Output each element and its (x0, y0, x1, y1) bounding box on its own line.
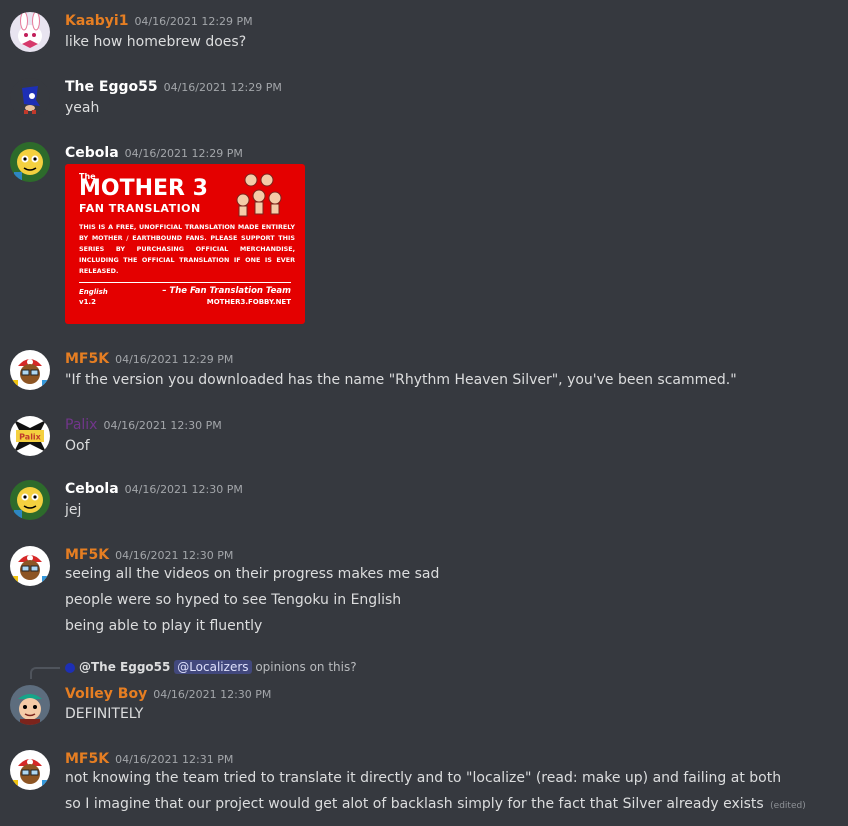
avatar[interactable] (10, 350, 50, 390)
timestamp: 04/16/2021 12:29 PM (134, 15, 253, 28)
image-attachment[interactable]: The MOTHER 3 FAN TRANSLATION THIS IS A F… (65, 164, 305, 324)
message-header: Volley Boy 04/16/2021 12:30 PM (65, 683, 271, 702)
timestamp: 04/16/2021 12:29 PM (115, 353, 234, 366)
timestamp: 04/16/2021 12:30 PM (115, 549, 234, 562)
timestamp: 04/16/2021 12:29 PM (163, 81, 282, 94)
username[interactable]: MF5K (65, 751, 109, 767)
username[interactable]: The Eggo55 (65, 79, 158, 95)
embed-language: English (79, 288, 108, 296)
embed-body: THIS IS A FREE, UNOFFICIAL TRANSLATION M… (79, 223, 295, 275)
username[interactable]: Palix (65, 417, 97, 433)
message-header: MF5K 04/16/2021 12:31 PM (65, 748, 233, 767)
message-text: Oof (65, 438, 90, 454)
message-text: so I imagine that our project would get … (65, 796, 806, 812)
username[interactable]: MF5K (65, 351, 109, 367)
message-header: Palix 04/16/2021 12:30 PM (65, 414, 222, 433)
message-text: being able to play it fluently (65, 618, 263, 634)
message-text: "If the version you downloaded has the n… (65, 372, 737, 388)
message-text-content: so I imagine that our project would get … (65, 796, 764, 812)
reply-preview[interactable]: @The Eggo55 @Localizers opinions on this… (65, 660, 357, 674)
reply-spine (30, 667, 60, 679)
username[interactable]: Cebola (65, 481, 119, 497)
avatar[interactable] (10, 142, 50, 182)
message-text: not knowing the team tried to translate … (65, 770, 782, 786)
timestamp: 04/16/2021 12:31 PM (115, 753, 234, 766)
avatar[interactable] (10, 480, 50, 520)
message-header: MF5K 04/16/2021 12:30 PM (65, 544, 233, 563)
timestamp: 04/16/2021 12:30 PM (153, 688, 272, 701)
message-text: DEFINITELY (65, 706, 144, 722)
message-text: like how homebrew does? (65, 34, 247, 50)
message-text: jej (65, 502, 82, 518)
embed-title: MOTHER 3 (79, 176, 208, 201)
username[interactable]: MF5K (65, 547, 109, 563)
message-text: seeing all the videos on their progress … (65, 566, 440, 582)
role-mention[interactable]: @Localizers (174, 660, 252, 674)
embed-version: v1.2 (79, 298, 96, 306)
username[interactable]: Volley Boy (65, 686, 147, 702)
avatar[interactable] (10, 546, 50, 586)
embed-team: – The Fan Translation Team (162, 286, 291, 296)
username[interactable]: Kaabyi1 (65, 13, 128, 29)
embed-divider (79, 282, 291, 283)
avatar[interactable] (10, 750, 50, 790)
message-text: people were so hyped to see Tengoku in E… (65, 592, 402, 608)
message-header: The Eggo55 04/16/2021 12:29 PM (65, 76, 282, 95)
username[interactable]: Cebola (65, 145, 119, 161)
timestamp: 04/16/2021 12:30 PM (124, 483, 243, 496)
embed-subtitle: FAN TRANSLATION (79, 202, 201, 215)
message-header: Cebola 04/16/2021 12:29 PM (65, 142, 243, 161)
avatar[interactable] (10, 12, 50, 52)
timestamp: 04/16/2021 12:30 PM (103, 419, 222, 432)
avatar[interactable] (10, 685, 50, 725)
reply-avatar-icon (65, 662, 75, 673)
message-header: Kaabyi1 04/16/2021 12:29 PM (65, 10, 253, 29)
embed-site: MOTHER3.FOBBY.NET (206, 298, 291, 306)
avatar[interactable] (10, 78, 50, 118)
reply-text: opinions on this? (255, 660, 357, 674)
characters-artwork-icon (236, 173, 282, 217)
timestamp: 04/16/2021 12:29 PM (124, 147, 243, 160)
reply-author[interactable]: @The Eggo55 (79, 660, 170, 674)
message-header: MF5K 04/16/2021 12:29 PM (65, 348, 233, 367)
avatar[interactable]: Palix (10, 416, 50, 456)
edited-marker: (edited) (770, 801, 806, 811)
message-header: Cebola 04/16/2021 12:30 PM (65, 478, 243, 497)
avatar-logo-text: Palix (19, 433, 42, 442)
message-text: yeah (65, 100, 100, 116)
